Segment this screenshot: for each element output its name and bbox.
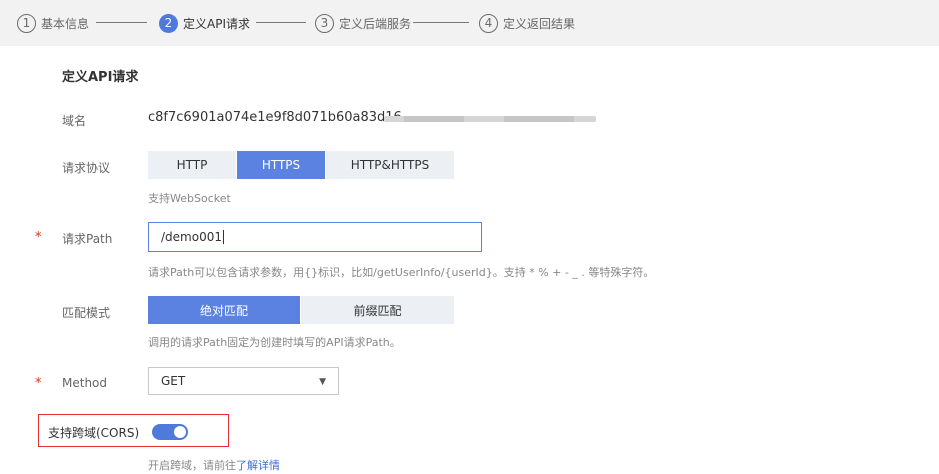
step-connector	[413, 22, 469, 23]
wizard-steps: 1 基本信息 2 定义API请求 3 定义后端服务 4 定义返回结果	[0, 0, 939, 46]
method-select[interactable]: GET ▼	[148, 367, 339, 395]
toggle-knob	[174, 426, 186, 438]
protocol-hint: 支持WebSocket	[148, 192, 231, 205]
path-input[interactable]: /demo001	[148, 222, 482, 252]
step-label: 定义API请求	[183, 16, 250, 31]
match-mode-hint: 调用的请求Path固定为创建时填写的API请求Path。	[148, 336, 401, 349]
method-label: Method	[62, 376, 108, 390]
masked-domain-suffix	[384, 116, 596, 122]
cors-label: 支持跨域(CORS)	[48, 426, 140, 440]
step-basic-info[interactable]: 1 基本信息	[17, 12, 89, 34]
protocol-option-http-https[interactable]: HTTP&HTTPS	[326, 151, 454, 179]
protocol-option-http[interactable]: HTTP	[148, 151, 237, 179]
cors-hint: 开启跨域，请前往了解详情	[148, 457, 280, 473]
cors-learn-more-link[interactable]: 了解详情	[236, 459, 280, 472]
match-option-prefix[interactable]: 前缀匹配	[301, 296, 454, 324]
step-connector	[256, 22, 306, 23]
step-number: 3	[315, 13, 334, 33]
protocol-option-https[interactable]: HTTPS	[237, 151, 326, 179]
step-number: 2	[159, 13, 178, 33]
step-number: 4	[479, 13, 498, 33]
domain-label: 域名	[62, 114, 87, 128]
text-caret	[222, 230, 224, 244]
step-define-backend[interactable]: 3 定义后端服务	[315, 12, 411, 34]
protocol-label: 请求协议	[62, 161, 111, 175]
match-option-exact[interactable]: 绝对匹配	[148, 296, 301, 324]
step-number: 1	[17, 13, 36, 33]
step-label: 定义后端服务	[339, 16, 412, 31]
step-label: 定义返回结果	[503, 16, 576, 31]
required-mark: *	[35, 230, 42, 245]
required-mark: *	[35, 376, 42, 391]
cors-hint-text: 开启跨域，请前往	[148, 459, 236, 472]
path-input-value: /demo001	[161, 230, 222, 244]
step-connector	[96, 22, 147, 23]
cors-toggle[interactable]	[152, 424, 188, 440]
step-define-api-request[interactable]: 2 定义API请求	[159, 12, 250, 34]
match-mode-selector: 绝对匹配 前缀匹配	[148, 296, 454, 324]
path-hint: 请求Path可以包含请求参数，用{}标识，比如/getUserInfo/{use…	[148, 266, 655, 279]
step-label: 基本信息	[41, 16, 90, 31]
step-define-response[interactable]: 4 定义返回结果	[479, 12, 575, 34]
method-selected-value: GET	[161, 374, 186, 388]
protocol-selector: HTTP HTTPS HTTP&HTTPS	[148, 151, 454, 179]
domain-value: c8f7c6901a074e1e9f8d071b60a83d16	[148, 110, 402, 125]
match-mode-label: 匹配模式	[62, 306, 111, 320]
chevron-down-icon: ▼	[319, 377, 326, 387]
path-label: 请求Path	[62, 232, 113, 246]
section-title: 定义API请求	[62, 70, 139, 85]
